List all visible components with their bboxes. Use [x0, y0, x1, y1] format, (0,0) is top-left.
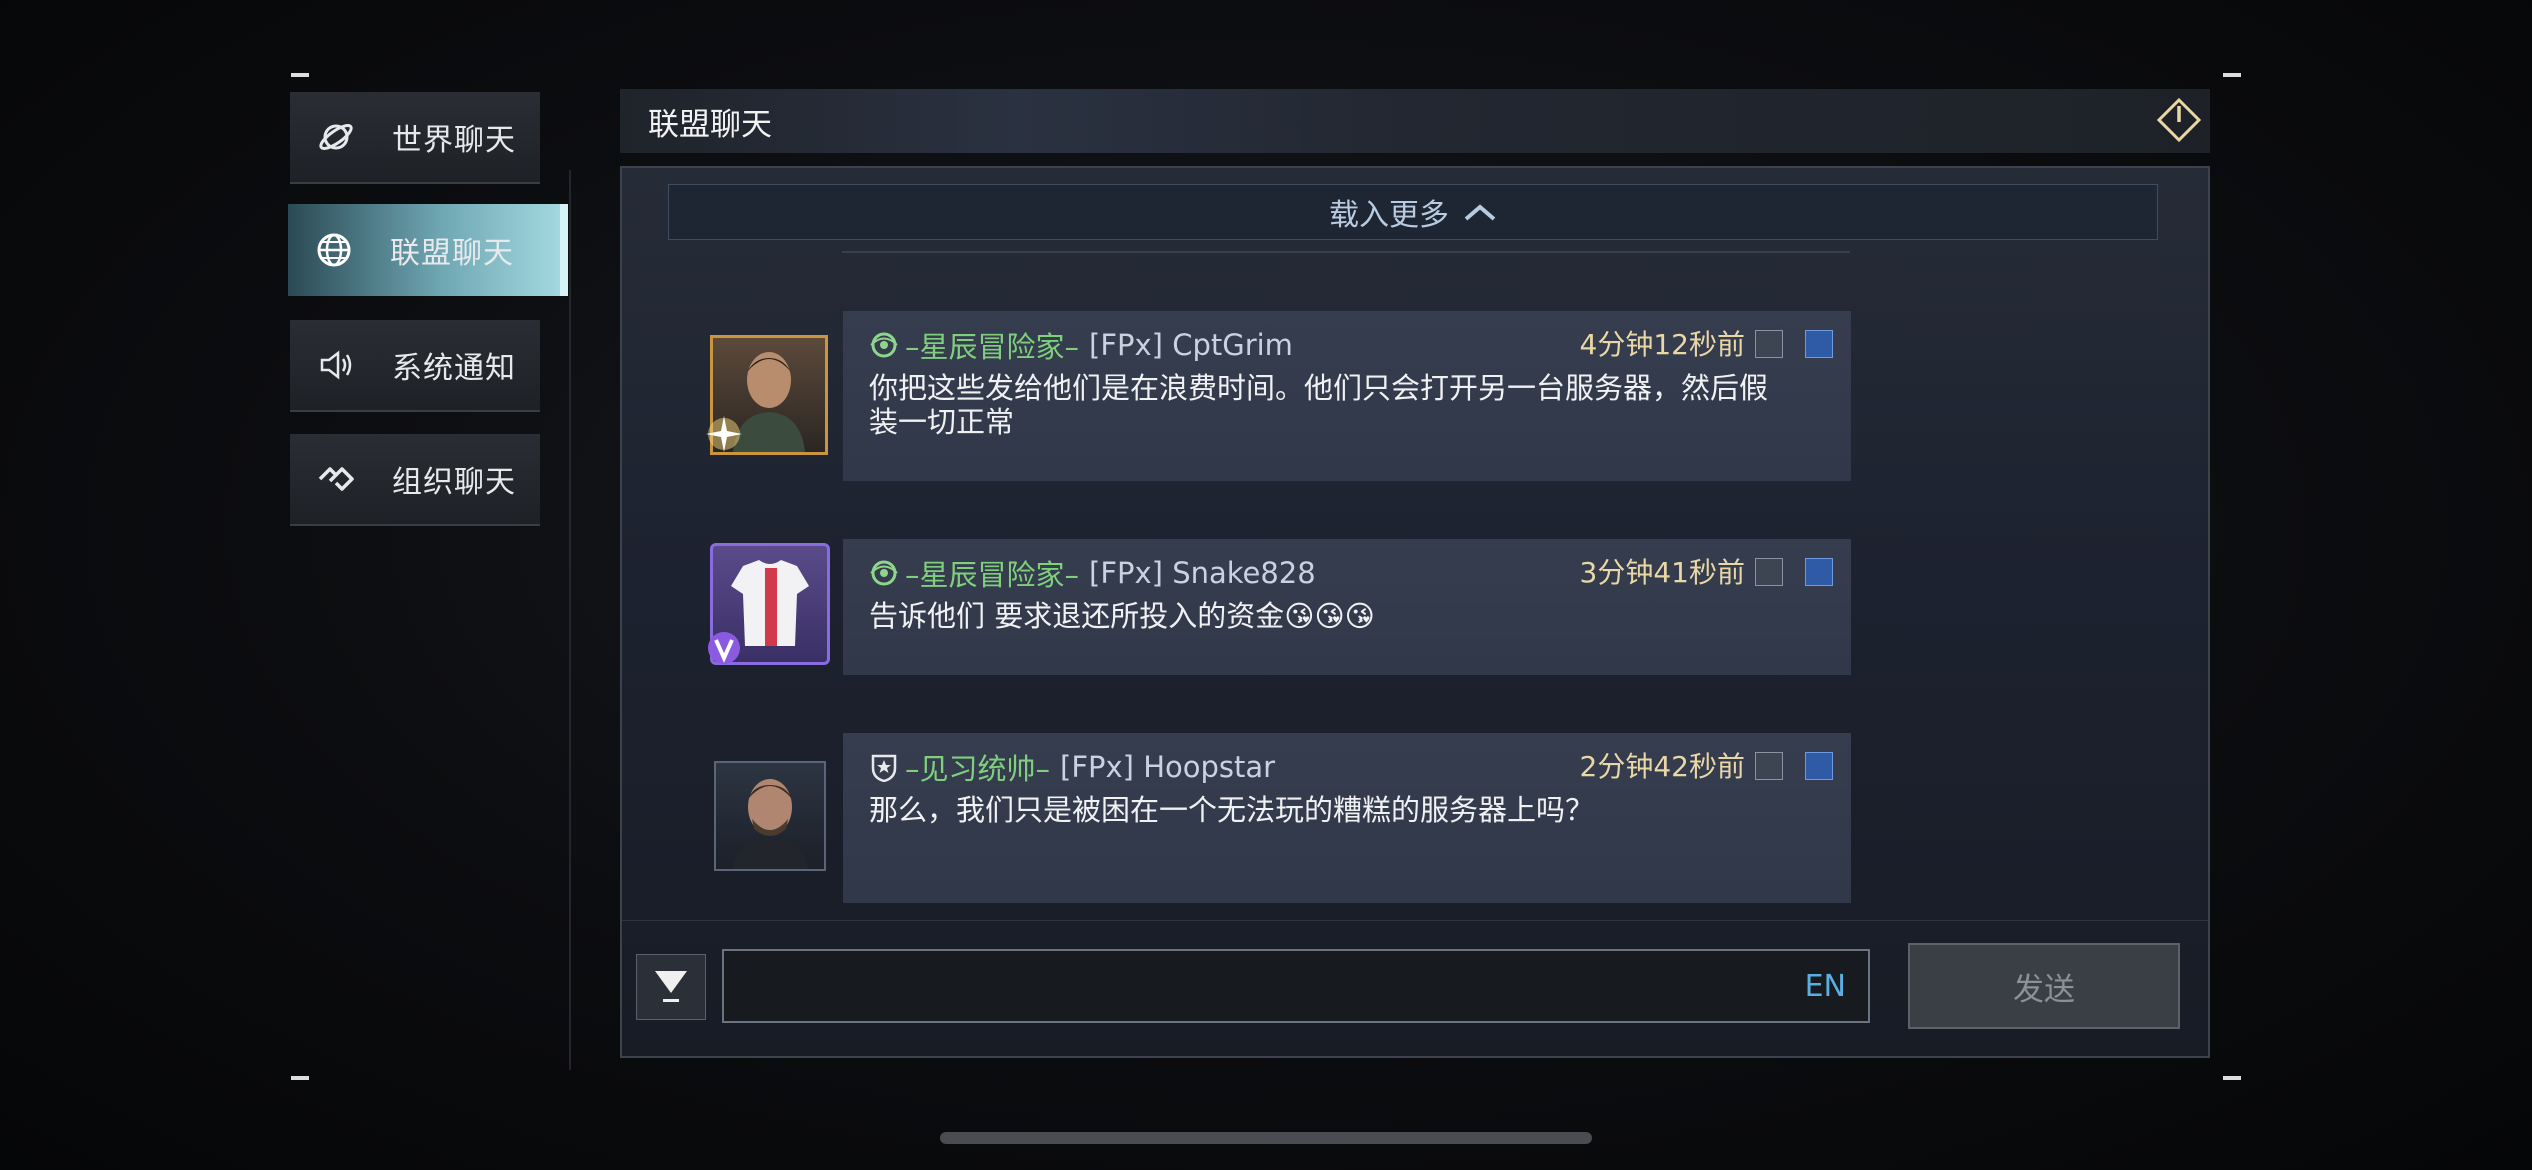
divider — [842, 251, 1850, 253]
divider — [569, 170, 571, 1070]
player-name[interactable]: [FPx] Hoopstar — [1060, 750, 1275, 784]
rank-badge-icon — [870, 332, 898, 358]
expand-button[interactable] — [636, 954, 706, 1020]
frame-corner — [2223, 73, 2241, 77]
organization-icon — [316, 459, 356, 499]
avatar[interactable] — [714, 761, 826, 871]
sidebar-item-organization-chat[interactable]: 组织聊天 — [290, 434, 540, 526]
send-button[interactable]: 发送 — [1908, 943, 2180, 1029]
sidebar-item-label: 世界聊天 — [392, 123, 516, 158]
portrait-icon — [732, 779, 808, 869]
player-name[interactable]: [FPx] CptGrim — [1089, 328, 1293, 362]
timestamp: 4分钟12秒前 — [1579, 328, 1745, 361]
language-toggle[interactable]: EN — [1805, 969, 1846, 1004]
rank-shield-icon — [871, 754, 897, 782]
sidebar-item-system-notice[interactable]: 系统通知 — [290, 320, 540, 412]
chat-input[interactable]: EN — [722, 949, 1870, 1023]
translate-icon[interactable] — [1755, 558, 1783, 586]
sidebar-item-label: 系统通知 — [392, 351, 516, 386]
chat-message: –星辰冒险家– [FPx] CptGrim 4分钟12秒前 你把这些发给他们是在… — [843, 311, 1851, 481]
load-more-button[interactable]: 载入更多 — [668, 184, 2158, 240]
sidebar-item-label: 组织聊天 — [392, 465, 516, 500]
chat-message: –星辰冒险家– [FPx] Snake828 3分钟41秒前 告诉他们 要求退还… — [843, 539, 1851, 675]
chat-header: 联盟聊天 — [620, 89, 2210, 153]
sidebar-item-alliance-chat[interactable]: 联盟聊天 — [288, 204, 568, 296]
pin-up-icon[interactable] — [1805, 558, 1833, 586]
chevron-up-icon — [1464, 204, 1496, 221]
rank-title: –见习统帅– — [905, 752, 1051, 786]
message-text: 那么，我们只是被困在一个无法玩的糟糕的服务器上吗？ — [869, 793, 1595, 827]
timestamp: 3分钟41秒前 — [1579, 556, 1745, 589]
translate-icon[interactable] — [1755, 752, 1783, 780]
v-badge-icon — [708, 632, 740, 664]
chevron-down-icon — [655, 971, 687, 1002]
rank-title: –星辰冒险家– — [905, 330, 1080, 364]
divider — [622, 920, 2208, 921]
chat-message: –见习统帅– [FPx] Hoopstar 2分钟42秒前 那么，我们只是被困在… — [843, 733, 1851, 903]
pin-up-icon[interactable] — [1805, 752, 1833, 780]
sidebar-item-label: 联盟聊天 — [390, 236, 514, 271]
sidebar-item-world-chat[interactable]: 世界聊天 — [290, 92, 540, 184]
load-more-label: 载入更多 — [1329, 198, 1449, 233]
globe-icon — [314, 230, 354, 270]
frame-corner — [2223, 1076, 2241, 1080]
page-title: 联盟聊天 — [648, 106, 772, 143]
planet-icon — [316, 117, 356, 157]
star-burst-icon — [706, 416, 742, 452]
timestamp: 2分钟42秒前 — [1579, 750, 1745, 783]
rank-title: –星辰冒险家– — [905, 558, 1080, 592]
exit-icon[interactable] — [2150, 91, 2208, 149]
player-name[interactable]: [FPx] Snake828 — [1089, 556, 1316, 590]
frame-corner — [291, 1076, 309, 1080]
pin-up-icon[interactable] — [1805, 330, 1833, 358]
translate-icon[interactable] — [1755, 330, 1783, 358]
rank-badge-icon — [870, 560, 898, 586]
speaker-icon — [316, 345, 356, 385]
message-text: 你把这些发给他们是在浪费时间。他们只会打开另一台服务器，然后假装一切正常 — [869, 371, 1769, 439]
frame-corner — [291, 73, 309, 77]
home-indicator[interactable] — [940, 1132, 1592, 1144]
message-text: 告诉他们 要求退还所投入的资金😘😘😘 — [869, 599, 1375, 633]
